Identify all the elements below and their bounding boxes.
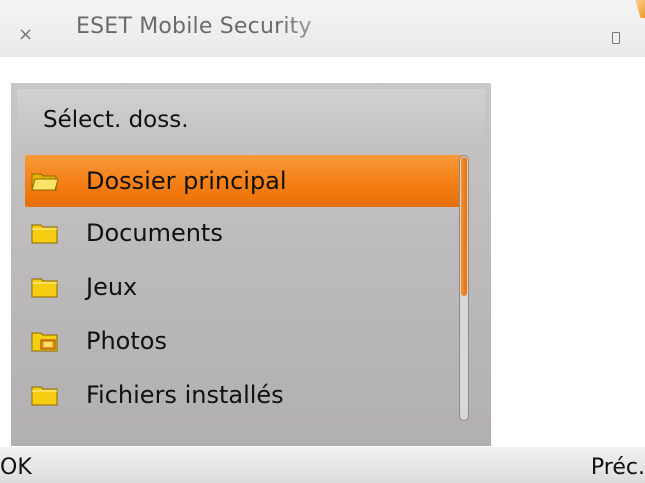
list-item-jeux[interactable]: Jeux [25,261,465,315]
list-item-dossier-principal[interactable]: Dossier principal [25,155,465,207]
list-scrollbar[interactable] [459,155,469,421]
folder-icon [31,386,58,406]
ok-softkey[interactable]: OK [0,455,32,480]
app-title: ESET Mobile Security [76,14,312,39]
folder-icon [31,278,58,298]
softkey-bar: OK Préc. [0,447,645,483]
folder-open-icon [31,173,59,191]
scroll-thumb[interactable] [461,157,467,296]
battery-icon [612,32,620,44]
dialog-title: Sélect. doss. [43,107,189,133]
list-item-label: Documents [86,219,223,247]
folder-list: Dossier principal Documents Jeux Photos … [11,155,466,423]
list-item-fichiers-installes[interactable]: Fichiers installés [25,369,465,423]
back-softkey[interactable]: Préc. [591,455,645,480]
list-item-label: Fichiers installés [86,381,284,409]
list-item-label: Jeux [86,273,138,301]
folder-select-dialog: Sélect. doss. Dossier principal Document… [11,83,491,446]
folder-images-icon [31,332,58,352]
list-item-photos[interactable]: Photos [25,315,465,369]
list-item-label: Photos [86,327,167,355]
close-icon[interactable]: × [18,26,33,44]
dialog-header: Sélect. doss. [17,89,485,147]
list-item-documents[interactable]: Documents [25,207,465,261]
title-bar: × ESET Mobile Security [0,0,645,57]
folder-icon [31,224,58,244]
list-item-label: Dossier principal [86,167,287,195]
status-indicator-icon [635,0,645,18]
main-area: Sélect. doss. Dossier principal Document… [0,57,645,447]
